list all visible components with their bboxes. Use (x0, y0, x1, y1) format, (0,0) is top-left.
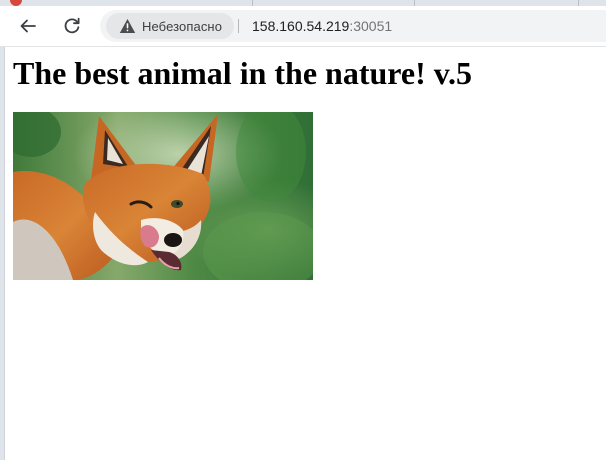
reload-button[interactable] (56, 10, 88, 42)
security-chip-label: Небезопасно (142, 18, 223, 34)
arrow-left-icon (20, 19, 36, 33)
page-heading: The best animal in the nature! v.5 (13, 55, 472, 91)
address-bar[interactable]: Небезопасно 158.160.54.219:30051 (100, 10, 606, 42)
security-chip[interactable]: Небезопасно (106, 13, 235, 39)
warning-triangle-icon (118, 17, 136, 35)
back-button[interactable] (12, 10, 44, 42)
fox-photo (13, 112, 313, 280)
url-host: 158.160.54.219 (252, 18, 350, 34)
reload-icon (64, 17, 80, 34)
url-text[interactable]: 158.160.54.219:30051 (252, 18, 392, 34)
browser-toolbar: Небезопасно 158.160.54.219:30051 (0, 6, 606, 47)
url-port: :30051 (349, 18, 393, 34)
omnibox-divider (238, 19, 239, 33)
page-content: The best animal in the nature! v.5 (4, 47, 606, 460)
